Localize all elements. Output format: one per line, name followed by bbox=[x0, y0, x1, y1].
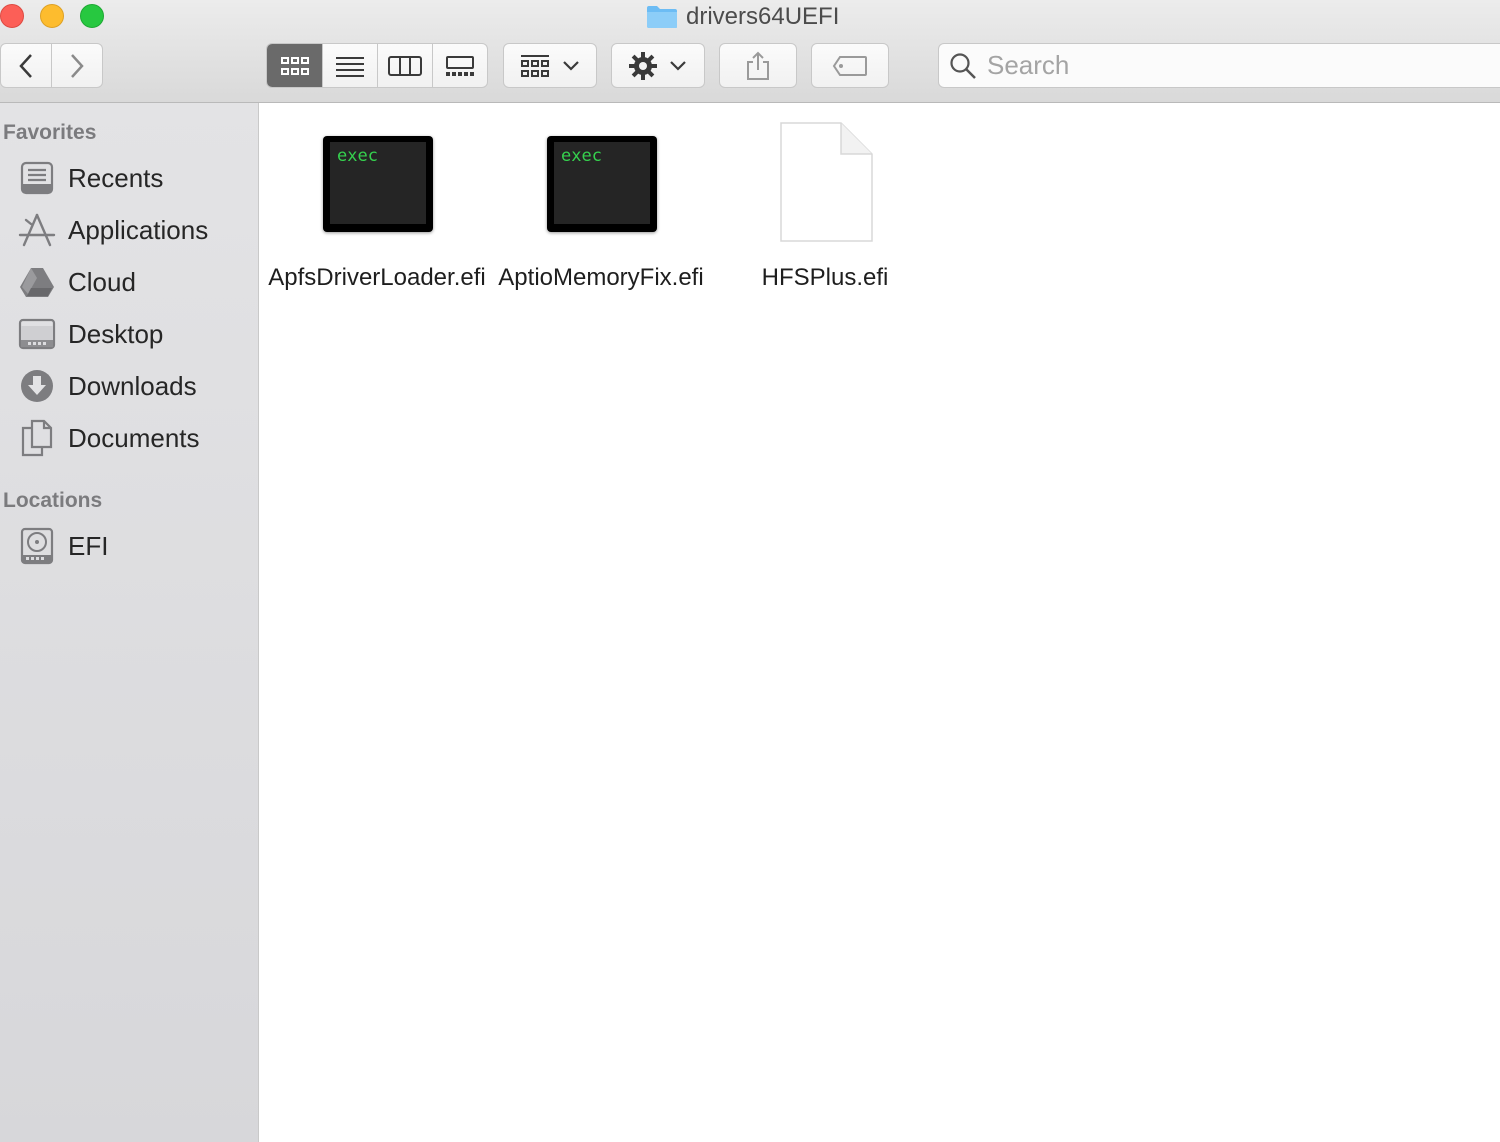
sidebar-item-label: Cloud bbox=[68, 266, 136, 297]
finder-window: drivers64UEFI Search Favorites Recents A… bbox=[0, 0, 1500, 1142]
chevron-down-icon bbox=[563, 60, 579, 71]
sidebar-item-cloud[interactable]: Cloud bbox=[18, 262, 248, 302]
sidebar-item-applications[interactable]: Applications bbox=[18, 210, 248, 250]
list-view-button[interactable] bbox=[322, 44, 377, 87]
folder-icon bbox=[647, 6, 677, 28]
gear-icon bbox=[629, 51, 657, 80]
sidebar-item-label: Recents bbox=[68, 162, 164, 193]
sidebar-item-recents[interactable]: Recents bbox=[18, 158, 248, 198]
group-grid-icon bbox=[521, 54, 549, 77]
sidebar-item-label: EFI bbox=[68, 530, 109, 561]
navigation-buttons bbox=[0, 43, 103, 88]
exec-icon: exec bbox=[323, 136, 433, 232]
recents-icon bbox=[18, 159, 56, 197]
sidebar-item-documents[interactable]: Documents bbox=[18, 418, 248, 458]
chevron-right-icon bbox=[71, 53, 84, 78]
gallery-view-button[interactable] bbox=[432, 44, 487, 87]
disk-icon bbox=[18, 527, 56, 565]
chevron-left-icon bbox=[19, 53, 32, 78]
file-browser: exec ApfsDriverLoader.efi exec AptioMemo… bbox=[260, 104, 1500, 1142]
columns-icon bbox=[388, 55, 422, 76]
window-title: drivers64UEFI bbox=[646, 3, 839, 31]
documents-icon bbox=[18, 419, 56, 457]
cloud-drive-icon bbox=[18, 263, 56, 301]
gallery-icon bbox=[446, 55, 474, 76]
document-icon bbox=[780, 122, 873, 242]
edit-tags-button[interactable] bbox=[811, 43, 889, 88]
sidebar-item-label: Applications bbox=[68, 214, 209, 245]
file-name: AptioMemoryFix.efi bbox=[498, 264, 704, 291]
locations-header: Locations bbox=[3, 489, 103, 512]
file-name: ApfsDriverLoader.efi bbox=[268, 264, 486, 291]
column-view-button[interactable] bbox=[377, 44, 432, 87]
back-button[interactable] bbox=[1, 44, 51, 87]
downloads-icon bbox=[18, 367, 56, 405]
sidebar-item-label: Desktop bbox=[68, 318, 164, 349]
minimize-window-button[interactable] bbox=[40, 4, 64, 28]
sidebar: Favorites Recents Applications Cloud Des… bbox=[0, 103, 259, 1142]
search-field[interactable] bbox=[938, 43, 1500, 88]
action-menu-button[interactable] bbox=[611, 43, 705, 88]
exec-icon-label: exec bbox=[337, 146, 378, 166]
search-input[interactable] bbox=[985, 49, 1469, 82]
share-icon bbox=[747, 51, 769, 80]
icon-view-button[interactable] bbox=[267, 44, 322, 87]
list-icon bbox=[336, 56, 364, 77]
group-by-button[interactable] bbox=[503, 43, 597, 88]
forward-button[interactable] bbox=[51, 44, 102, 87]
sidebar-item-downloads[interactable]: Downloads bbox=[18, 366, 248, 406]
toolbar: drivers64UEFI bbox=[0, 0, 1500, 103]
file-name: HFSPlus.efi bbox=[761, 264, 889, 291]
share-button[interactable] bbox=[719, 43, 797, 88]
icon-grid-icon bbox=[280, 56, 309, 75]
close-window-button[interactable] bbox=[0, 4, 24, 28]
sidebar-item-desktop[interactable]: Desktop bbox=[18, 314, 248, 354]
sidebar-item-efi[interactable]: EFI bbox=[18, 526, 248, 566]
applications-icon bbox=[18, 211, 56, 249]
search-icon bbox=[950, 52, 976, 79]
favorites-header: Favorites bbox=[3, 121, 97, 144]
tag-icon bbox=[832, 55, 867, 76]
sidebar-item-label: Downloads bbox=[68, 370, 197, 401]
chevron-down-icon bbox=[670, 60, 686, 71]
desktop-icon bbox=[18, 315, 56, 353]
exec-icon-label: exec bbox=[561, 146, 602, 166]
view-mode-control bbox=[266, 43, 488, 88]
zoom-window-button[interactable] bbox=[80, 4, 104, 28]
exec-icon: exec bbox=[547, 136, 657, 232]
sidebar-item-label: Documents bbox=[68, 422, 200, 453]
window-title-text: drivers64UEFI bbox=[686, 3, 840, 30]
